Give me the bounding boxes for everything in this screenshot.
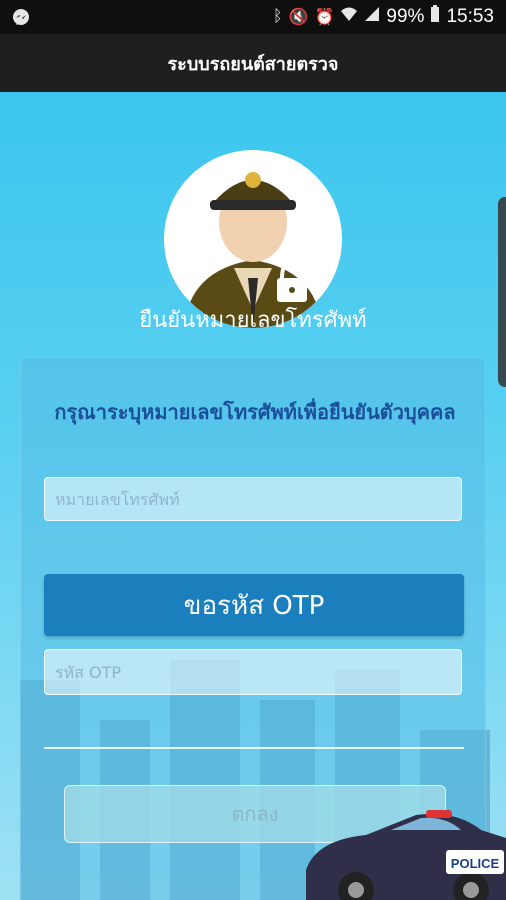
page-subtitle: ยืนยันหมายเลขโทรศัพท์	[139, 308, 367, 333]
police-car-illustration: POLICE	[306, 810, 506, 900]
police-label: POLICE	[451, 856, 500, 871]
clock: 15:53	[446, 5, 494, 27]
bluetooth-icon: ᛒ	[272, 7, 283, 25]
signal-icon	[364, 6, 380, 27]
otp-field[interactable]	[44, 649, 462, 695]
request-otp-button[interactable]: ขอรหัส OTP	[44, 574, 464, 636]
phone-field[interactable]	[44, 477, 462, 521]
wifi-icon	[340, 6, 358, 27]
confirm-label: ตกลง	[231, 802, 279, 826]
status-bar: ᛒ 🔇 ⏰ 99% 15:53	[0, 0, 506, 34]
app-bar: ระบบรถยนต์สายตรวจ	[0, 34, 506, 92]
battery-icon	[430, 5, 440, 28]
otp-input[interactable]	[45, 650, 461, 694]
messenger-icon	[10, 7, 32, 34]
mute-icon: 🔇	[288, 8, 309, 26]
side-drawer-handle[interactable]	[498, 197, 506, 387]
instruction-text: กรุณาระบุหมายเลขโทรศัพท์เพื่อยืนยันตัวบุ…	[54, 400, 456, 424]
alarm-icon: ⏰	[314, 8, 335, 26]
divider	[44, 747, 464, 749]
request-otp-label: ขอรหัส OTP	[183, 590, 325, 621]
battery-percent: 99%	[386, 5, 425, 27]
app-title: ระบบรถยนต์สายตรวจ	[167, 53, 339, 75]
main-content: ยืนยันหมายเลขโทรศัพท์ กรุณาระบุหมายเลขโท…	[0, 92, 506, 900]
phone-input[interactable]	[45, 478, 461, 520]
